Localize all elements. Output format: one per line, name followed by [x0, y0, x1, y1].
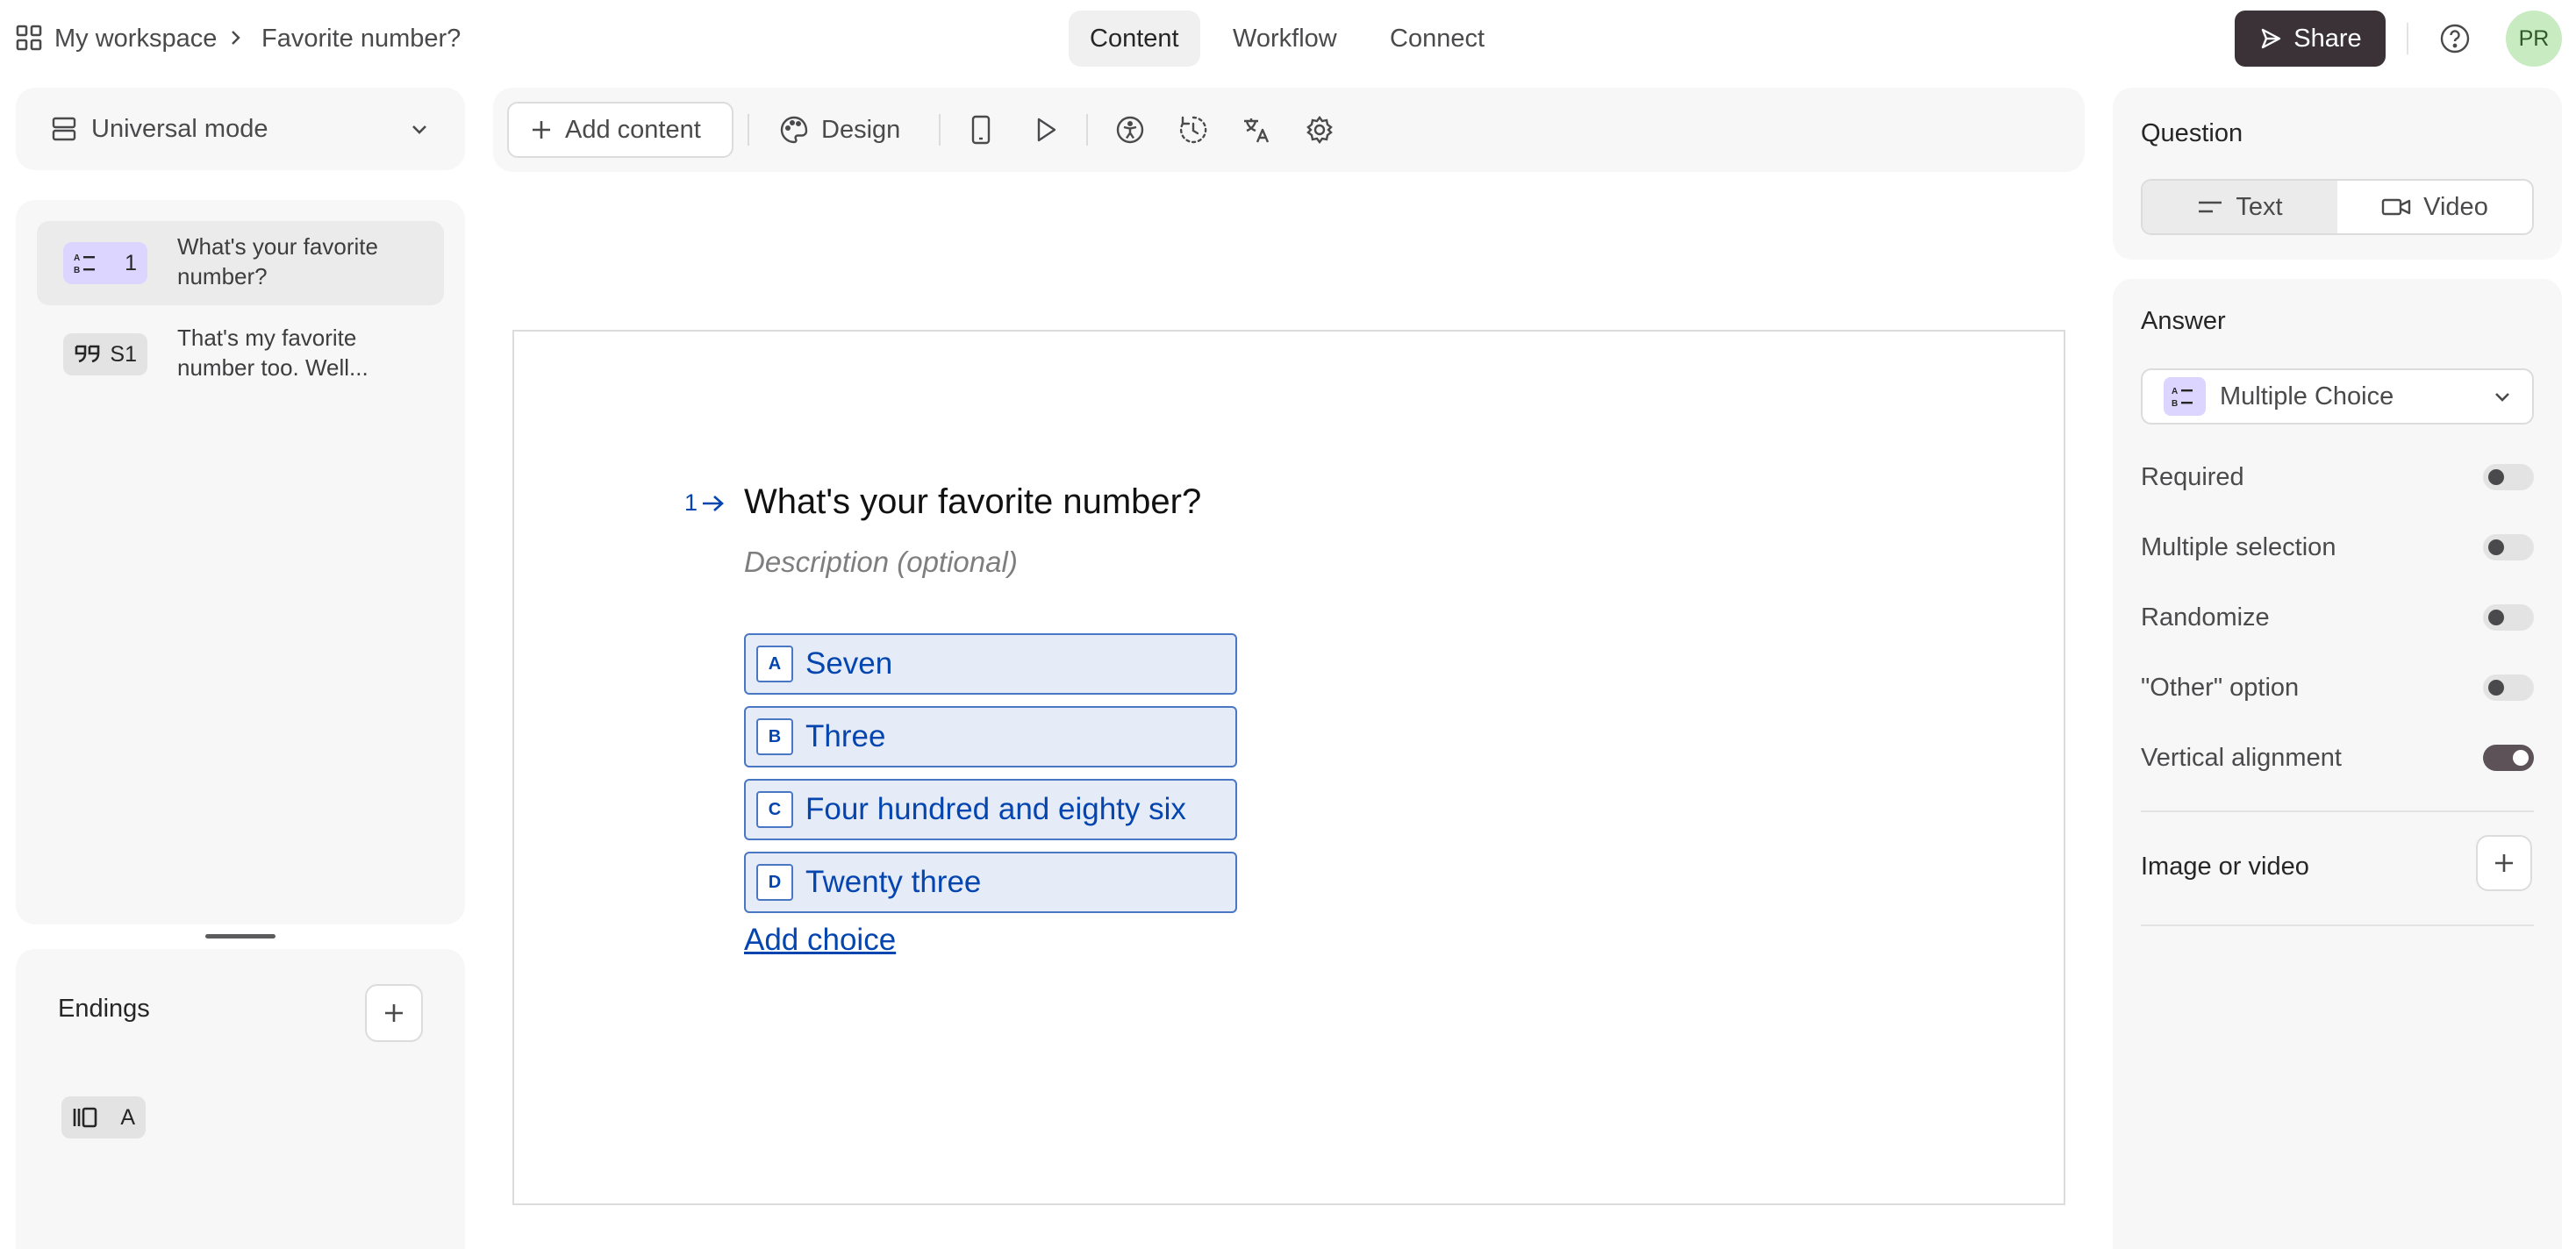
workspace-grid-icon[interactable]	[16, 25, 42, 51]
choice-label: Four hundred and eighty six	[805, 792, 1186, 826]
answer-type-select[interactable]: AB Multiple Choice	[2141, 368, 2534, 425]
add-media-button[interactable]	[2476, 835, 2532, 891]
ending-icon	[72, 1106, 98, 1129]
answer-section-title: Answer	[2141, 307, 2226, 335]
multiple-choice-icon: AB	[74, 252, 100, 275]
plus-icon	[2492, 851, 2516, 875]
randomize-toggle[interactable]	[2483, 604, 2534, 631]
svg-text:B: B	[2172, 399, 2178, 408]
other-option-toggle[interactable]	[2483, 674, 2534, 701]
share-label: Share	[2293, 24, 2362, 53]
header-divider	[2407, 23, 2408, 54]
chevron-down-icon	[409, 118, 430, 139]
toolbar-divider	[748, 114, 749, 146]
translate-icon[interactable]	[1239, 112, 1274, 147]
quote-icon	[74, 344, 102, 365]
layers-icon	[51, 116, 77, 142]
mode-selector[interactable]: Universal mode	[16, 88, 465, 170]
plus-icon	[382, 1001, 406, 1025]
vertical-alignment-toggle[interactable]	[2483, 745, 2534, 771]
panel-resize-handle[interactable]	[205, 934, 275, 939]
block-title: What's your favorite number?	[177, 233, 378, 289]
setting-vertical-alignment: Vertical alignment	[2141, 740, 2534, 775]
question-section-title: Question	[2141, 119, 2243, 147]
editor-toolbar: Add content Design	[493, 88, 2085, 172]
block-item-question-1[interactable]: AB 1 What's your favorite number?	[37, 221, 444, 305]
choice-key: C	[756, 791, 793, 828]
form-canvas: 1 What's your favorite number? Descripti…	[512, 330, 2065, 1205]
block-item-statement-s1[interactable]: S1 That's my favorite number too. Well..…	[37, 312, 444, 396]
share-button[interactable]: Share	[2235, 11, 2386, 67]
question-type-toggle: Text Video	[2141, 179, 2534, 235]
block-title: That's my favorite number too. Well...	[177, 325, 369, 381]
question-settings-panel: Question Text Video	[2113, 88, 2562, 260]
blocks-panel: AB 1 What's your favorite number? S1 Tha…	[16, 200, 465, 924]
tab-content[interactable]: Content	[1069, 11, 1200, 67]
question-title[interactable]: What's your favorite number?	[744, 482, 1201, 522]
add-ending-button[interactable]	[365, 984, 423, 1042]
settings-icon[interactable]	[1302, 112, 1337, 147]
toolbar-divider	[939, 114, 941, 146]
choice-option[interactable]: C Four hundred and eighty six	[744, 779, 1237, 840]
setting-required: Required	[2141, 460, 2534, 495]
question-number: 1	[684, 489, 726, 517]
choice-label: Twenty three	[805, 865, 982, 899]
history-icon[interactable]	[1176, 112, 1211, 147]
avatar[interactable]: PR	[2506, 11, 2562, 67]
svg-text:B: B	[74, 266, 80, 275]
tab-workflow[interactable]: Workflow	[1212, 11, 1358, 67]
choice-option[interactable]: A Seven	[744, 633, 1237, 695]
breadcrumb-workspace[interactable]: My workspace	[54, 21, 217, 56]
choice-key: D	[756, 864, 793, 901]
block-badge: AB 1	[63, 242, 147, 284]
question-description-input[interactable]: Description (optional)	[744, 546, 1018, 579]
svg-text:A: A	[74, 253, 80, 263]
play-icon[interactable]	[1028, 112, 1063, 147]
choice-option[interactable]: B Three	[744, 706, 1237, 767]
tab-connect[interactable]: Connect	[1369, 11, 1506, 67]
endings-title: Endings	[58, 995, 150, 1023]
chevron-right-icon	[226, 29, 244, 46]
choice-label: Three	[805, 719, 886, 753]
section-divider	[2141, 810, 2534, 812]
breadcrumb-form-title[interactable]: Favorite number?	[261, 21, 461, 56]
media-section-title: Image or video	[2141, 853, 2309, 881]
multiple-selection-toggle[interactable]	[2483, 534, 2534, 560]
add-choice-link[interactable]: Add choice	[744, 923, 896, 958]
answer-settings-panel: Answer AB Multiple Choice Required Multi…	[2113, 279, 2562, 1249]
question-type-video[interactable]: Video	[2337, 181, 2532, 233]
arrow-right-icon	[701, 494, 726, 513]
choice-option[interactable]: D Twenty three	[744, 852, 1237, 913]
multiple-choice-icon: AB	[2164, 377, 2206, 416]
required-toggle[interactable]	[2483, 464, 2534, 490]
add-content-button[interactable]: Add content	[507, 102, 733, 158]
plus-icon	[530, 118, 553, 141]
setting-randomize: Randomize	[2141, 600, 2534, 635]
section-divider	[2141, 924, 2534, 926]
choice-key: B	[756, 718, 793, 755]
chevron-down-icon	[2492, 386, 2513, 407]
setting-multiple-selection: Multiple selection	[2141, 530, 2534, 565]
toolbar-divider	[1086, 114, 1088, 146]
video-camera-icon	[2381, 196, 2411, 218]
palette-icon	[779, 115, 809, 145]
send-icon	[2258, 26, 2283, 51]
text-lines-icon	[2197, 198, 2223, 216]
endings-panel: Endings A	[16, 949, 465, 1249]
mode-label: Universal mode	[91, 114, 268, 143]
design-button[interactable]: Design	[779, 102, 900, 158]
mobile-preview-icon[interactable]	[963, 112, 998, 147]
svg-text:A: A	[2172, 387, 2178, 396]
answer-type-value: Multiple Choice	[2220, 382, 2394, 410]
question-type-text[interactable]: Text	[2143, 181, 2337, 233]
help-icon[interactable]	[2439, 23, 2471, 54]
ending-item-a[interactable]: A	[61, 1096, 146, 1138]
block-badge: S1	[63, 333, 147, 375]
setting-other-option: "Other" option	[2141, 670, 2534, 705]
choice-key: A	[756, 646, 793, 682]
accessibility-icon[interactable]	[1113, 112, 1148, 147]
choice-label: Seven	[805, 646, 893, 681]
